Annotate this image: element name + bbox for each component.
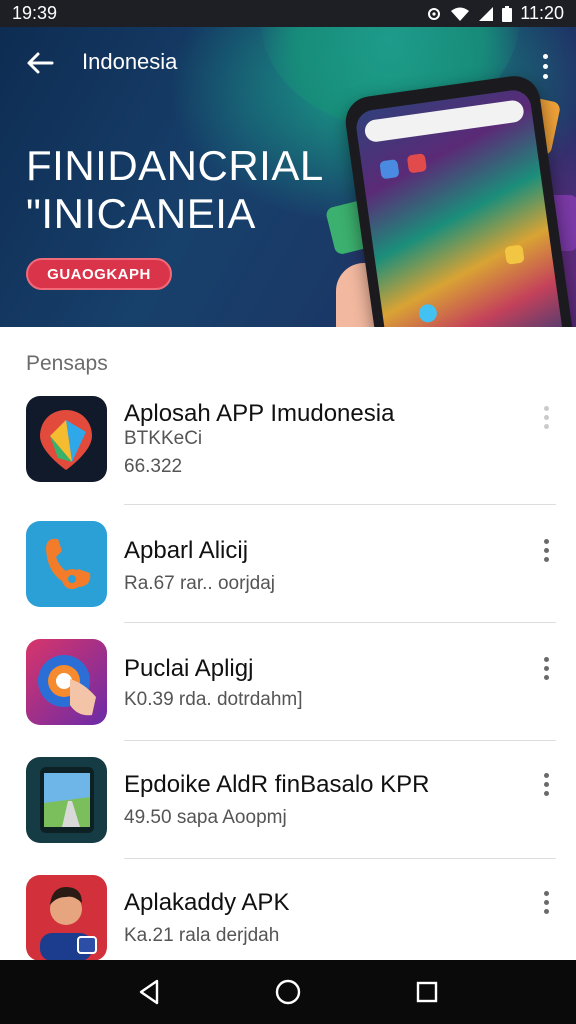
app-publisher: BTKKeCi	[124, 428, 203, 449]
app-title: Apbarl Alicij	[124, 537, 249, 564]
app-title: Aplakaddy APK	[124, 889, 290, 916]
phone-screen	[354, 88, 566, 327]
maps-pin-icon	[26, 396, 107, 482]
signal-icon	[478, 6, 494, 22]
divider	[124, 622, 556, 623]
wifi-icon	[450, 6, 470, 22]
divider	[124, 858, 556, 859]
more-vertical-icon[interactable]	[536, 653, 556, 683]
phone-search-bar	[363, 99, 526, 144]
divider	[124, 504, 556, 505]
phone-illustration	[342, 72, 576, 327]
app-icon	[406, 153, 428, 174]
avatar-person-icon	[26, 875, 107, 961]
home-circle-icon[interactable]	[264, 968, 312, 1016]
hero-headline-line1: FINIDANCRIAL	[26, 142, 324, 189]
status-time-left: 19:39	[12, 3, 58, 23]
hero-banner: Indonesia FINIDANCRIAL "INICANEIA GUAOGK…	[0, 27, 576, 327]
hero-headline: FINIDANCRIAL "INICANEIA	[26, 142, 324, 238]
list-item[interactable]: Aplosah APP Imudonesia BTKKeCi 66.322	[0, 396, 576, 514]
page-title: Indonesia	[82, 49, 178, 74]
arrow-left-icon	[27, 52, 54, 74]
app-meta: Ra.67 rar.. oorjdaj	[124, 573, 276, 594]
orange-phone-icon	[26, 521, 107, 607]
status-time-right: 11:20	[520, 3, 564, 23]
app-meta: K0.39 rda. dotrdahm]	[124, 689, 303, 710]
ring-touch-icon	[26, 639, 107, 725]
more-vertical-icon[interactable]	[536, 535, 556, 565]
system-nav-bar	[0, 960, 576, 1024]
more-vertical-icon[interactable]	[532, 49, 558, 83]
app-title: Epdoike AldR finBasalo KPR	[124, 771, 430, 798]
settings-gear-icon	[426, 6, 442, 22]
app-icon	[417, 303, 439, 324]
recents-square-icon[interactable]	[403, 968, 451, 1016]
app-size: 66.322	[124, 456, 183, 477]
app-title: Aplosah APP Imudonesia	[124, 400, 395, 427]
app-icon	[379, 159, 400, 180]
hero-cta-button[interactable]: GUAOGKAPH	[26, 258, 172, 290]
app-title: Puclai Apligj	[124, 655, 254, 682]
tablet-road-icon	[26, 757, 107, 843]
app-meta: Ka.21 rala derjdah	[124, 925, 280, 946]
hero-headline-line2: "INICANEIA	[26, 190, 256, 237]
back-button[interactable]	[20, 47, 60, 79]
app-icon	[504, 244, 525, 265]
back-triangle-icon[interactable]	[125, 968, 173, 1016]
more-vertical-icon[interactable]	[536, 887, 556, 917]
section-label: Pensaps	[26, 352, 108, 375]
more-vertical-icon[interactable]	[536, 769, 556, 799]
app-meta: 49.50 sapa Aoopmj	[124, 807, 287, 828]
battery-icon	[502, 5, 513, 22]
divider	[124, 740, 556, 741]
status-icons: 11:20	[426, 3, 564, 24]
more-vertical-icon[interactable]	[536, 402, 556, 432]
status-bar: 19:39 11:20	[0, 0, 576, 27]
